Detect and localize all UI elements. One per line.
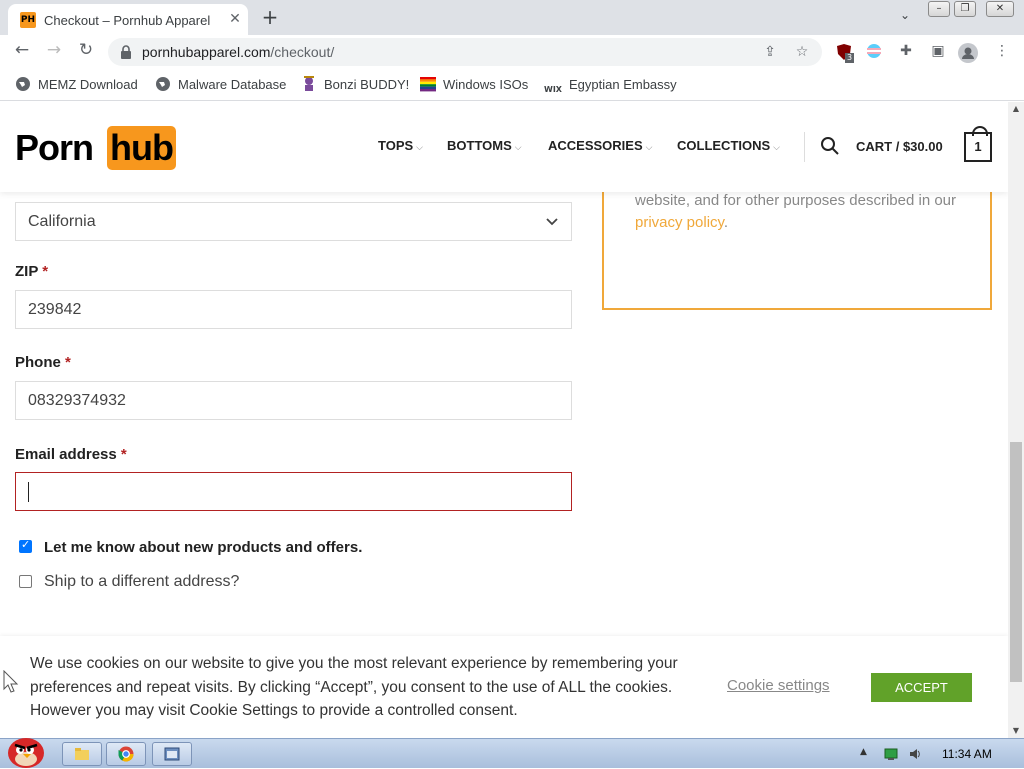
bookmarks-bar: MEMZ Download Malware Database Bonzi BUD…: [0, 69, 1024, 101]
bookmark-malware[interactable]: Malware Database: [155, 76, 286, 94]
wix-icon: WIX: [544, 85, 562, 94]
header-divider: [804, 132, 805, 162]
close-icon[interactable]: ✕: [226, 10, 244, 28]
url-text: pornhubapparel.com/checkout/: [142, 44, 335, 60]
taskbar: ▲ 11:34 AM: [0, 732, 1024, 768]
cookie-settings-link[interactable]: Cookie settings: [727, 677, 830, 694]
newsletter-label[interactable]: Let me know about new products and offer…: [44, 539, 362, 556]
bookmark-memz[interactable]: MEMZ Download: [15, 76, 138, 94]
nav-collections[interactable]: COLLECTIONS ⌵: [677, 138, 780, 153]
chevron-down-icon: ⌵: [416, 143, 423, 153]
email-input[interactable]: [15, 472, 572, 511]
taskbar-window[interactable]: [152, 742, 192, 766]
tray-expand-icon[interactable]: ▲: [860, 747, 874, 761]
browser-toolbar: ← → ↻ pornhubapparel.com/checkout/ ⇪ ☆ 3…: [0, 35, 1024, 69]
back-icon[interactable]: ←: [10, 40, 34, 64]
accept-button[interactable]: ACCEPT: [871, 673, 972, 702]
tab-search-icon[interactable]: ⌄: [896, 8, 914, 26]
scroll-thumb[interactable]: [1010, 442, 1022, 682]
search-icon[interactable]: [820, 136, 840, 156]
state-select[interactable]: California: [15, 202, 572, 241]
cart-link[interactable]: CART / $30.00: [856, 139, 943, 154]
volume-icon[interactable]: [908, 747, 922, 761]
taskbar-explorer[interactable]: [62, 742, 102, 766]
clock[interactable]: 11:34 AM: [942, 747, 992, 761]
forward-icon[interactable]: →: [42, 40, 66, 64]
nav-accessories[interactable]: ACCESSORIES ⌵: [548, 138, 652, 153]
bookmark-bonzi[interactable]: Bonzi BUDDY!: [301, 76, 409, 94]
restore-button[interactable]: ❐: [954, 1, 976, 17]
address-bar[interactable]: pornhubapparel.com/checkout/ ⇪ ☆: [108, 38, 822, 66]
bonzi-icon: [304, 76, 314, 91]
scroll-down-icon[interactable]: ▼: [1008, 724, 1024, 738]
flag-extension-icon[interactable]: [864, 43, 884, 63]
profile-icon[interactable]: [958, 43, 978, 63]
cart-count-badge[interactable]: 1: [964, 126, 992, 162]
globe-icon: [16, 77, 30, 91]
bookmark-egypt[interactable]: WIX Egyptian Embassy: [544, 76, 677, 94]
newsletter-checkbox[interactable]: [19, 538, 32, 553]
extensions-icon[interactable]: ✚: [896, 43, 916, 63]
ship-different-label[interactable]: Ship to a different address?: [44, 573, 239, 591]
zip-label: ZIP *: [15, 263, 49, 280]
mouse-cursor-icon: [3, 670, 19, 693]
windows-flag-icon: [420, 77, 436, 92]
folder-icon: [75, 748, 89, 760]
reload-icon[interactable]: ↻: [74, 40, 98, 64]
chevron-down-icon: ⌵: [645, 143, 653, 153]
close-window-button[interactable]: ✕: [986, 1, 1014, 17]
phone-input[interactable]: 08329374932: [15, 381, 572, 420]
privacy-policy-link[interactable]: privacy policy: [635, 214, 724, 231]
nav-bottoms[interactable]: BOTTOMS ⌵: [447, 138, 522, 153]
network-icon[interactable]: [884, 747, 898, 761]
cookie-text: We use cookies on our website to give yo…: [30, 655, 678, 719]
chevron-down-icon: [546, 218, 558, 226]
favicon-icon: PH: [20, 12, 36, 28]
lock-icon: [121, 45, 131, 59]
bookmark-windows[interactable]: Windows ISOs: [420, 76, 528, 94]
window-icon: [164, 747, 180, 761]
page-scrollbar[interactable]: ▲ ▼: [1008, 102, 1024, 738]
tab-title: Checkout – Pornhub Apparel: [44, 13, 211, 28]
chrome-icon: [118, 746, 134, 762]
chevron-down-icon: ⌵: [514, 143, 522, 153]
text-caret: [28, 482, 29, 502]
tab-strip: PH Checkout – Pornhub Apparel ✕ + ⌄ – ❐ …: [0, 0, 1024, 35]
phone-label: Phone *: [15, 354, 71, 371]
sidepanel-icon[interactable]: ▣: [928, 43, 948, 63]
ship-different-checkbox[interactable]: [19, 575, 32, 588]
email-label: Email address *: [15, 446, 127, 463]
minimize-button[interactable]: –: [928, 1, 950, 17]
star-icon[interactable]: ☆: [792, 42, 812, 62]
tab-checkout[interactable]: PH Checkout – Pornhub Apparel ✕: [8, 4, 248, 35]
share-icon[interactable]: ⇪: [760, 42, 780, 62]
taskbar-chrome[interactable]: [106, 742, 146, 766]
nav-tops[interactable]: TOPS ⌵: [378, 138, 423, 153]
new-tab-button[interactable]: +: [258, 6, 282, 30]
zip-input[interactable]: 239842: [15, 290, 572, 329]
menu-icon[interactable]: ⋮: [992, 43, 1012, 63]
cookie-banner: We use cookies on our website to give yo…: [0, 636, 1008, 738]
site-header: Porn hub TOPS ⌵ BOTTOMS ⌵ ACCESSORIES ⌵ COL…: [0, 102, 1008, 192]
page-content: Porn hub TOPS ⌵ BOTTOMS ⌵ ACCESSORIES ⌵ COL…: [0, 102, 1008, 738]
scroll-up-icon[interactable]: ▲: [1008, 102, 1024, 116]
ublock-icon[interactable]: 3: [834, 43, 855, 63]
globe-icon: [156, 77, 170, 91]
chevron-down-icon: ⌵: [773, 143, 780, 153]
